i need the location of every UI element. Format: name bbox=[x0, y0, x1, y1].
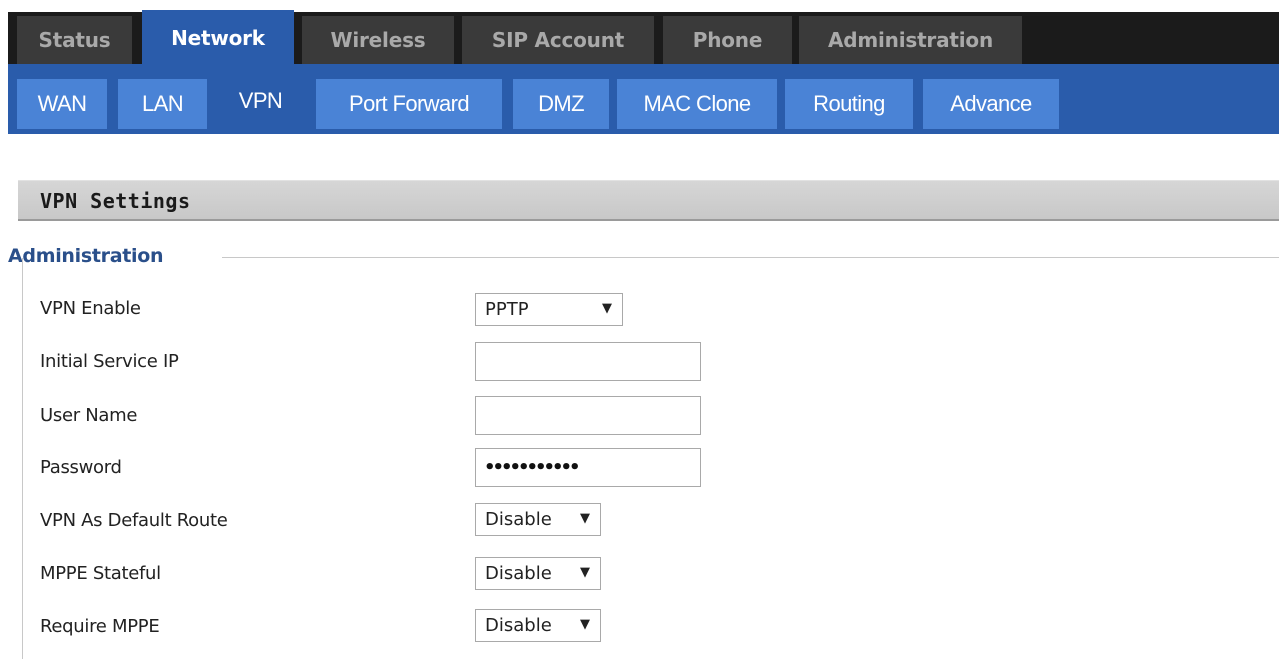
mppe-stateful-label: MPPE Stateful bbox=[40, 563, 161, 584]
require-mppe-select[interactable]: Disable ▼ bbox=[475, 609, 601, 642]
subtab-mac-clone[interactable]: MAC Clone bbox=[617, 79, 777, 129]
tab-sip-account[interactable]: SIP Account bbox=[462, 16, 654, 64]
mppe-stateful-select[interactable]: Disable ▼ bbox=[475, 557, 601, 590]
vpn-default-route-value: Disable bbox=[485, 509, 552, 530]
fieldset-legend: Administration bbox=[8, 245, 164, 267]
tab-wireless[interactable]: Wireless bbox=[302, 16, 454, 64]
subtab-port-forward[interactable]: Port Forward bbox=[316, 79, 502, 129]
tab-status[interactable]: Status bbox=[17, 16, 132, 64]
subtab-advance[interactable]: Advance bbox=[923, 79, 1059, 129]
chevron-down-icon: ▼ bbox=[580, 511, 590, 526]
chevron-down-icon: ▼ bbox=[602, 301, 612, 316]
tab-phone[interactable]: Phone bbox=[663, 16, 792, 64]
mppe-stateful-value: Disable bbox=[485, 563, 552, 584]
subtab-dmz[interactable]: DMZ bbox=[513, 79, 609, 129]
user-name-input[interactable] bbox=[475, 396, 701, 435]
password-input[interactable]: ••••••••••• bbox=[475, 448, 701, 487]
require-mppe-value: Disable bbox=[485, 615, 552, 636]
vpn-enable-select[interactable]: PPTP ▼ bbox=[475, 293, 623, 326]
subtab-wan[interactable]: WAN bbox=[17, 79, 107, 129]
chevron-down-icon: ▼ bbox=[580, 565, 590, 580]
fieldset-border-left bbox=[22, 258, 23, 659]
chevron-down-icon: ▼ bbox=[580, 617, 590, 632]
vpn-enable-label: VPN Enable bbox=[40, 298, 141, 319]
vpn-default-route-label: VPN As Default Route bbox=[40, 510, 228, 531]
fieldset-border-top bbox=[222, 257, 1279, 258]
initial-service-ip-label: Initial Service IP bbox=[40, 351, 179, 372]
tab-network[interactable]: Network bbox=[142, 10, 294, 66]
section-title: VPN Settings bbox=[40, 189, 191, 213]
section-header: VPN Settings bbox=[18, 180, 1279, 221]
subtab-vpn[interactable]: VPN bbox=[216, 76, 305, 126]
require-mppe-label: Require MPPE bbox=[40, 616, 160, 637]
password-label: Password bbox=[40, 457, 122, 478]
initial-service-ip-input[interactable] bbox=[475, 342, 701, 381]
vpn-default-route-select[interactable]: Disable ▼ bbox=[475, 503, 601, 536]
subtab-routing[interactable]: Routing bbox=[785, 79, 913, 129]
password-value: ••••••••••• bbox=[484, 457, 581, 478]
tab-administration[interactable]: Administration bbox=[799, 16, 1022, 64]
subtab-lan[interactable]: LAN bbox=[118, 79, 207, 129]
vpn-enable-value: PPTP bbox=[485, 299, 529, 320]
user-name-label: User Name bbox=[40, 405, 138, 426]
